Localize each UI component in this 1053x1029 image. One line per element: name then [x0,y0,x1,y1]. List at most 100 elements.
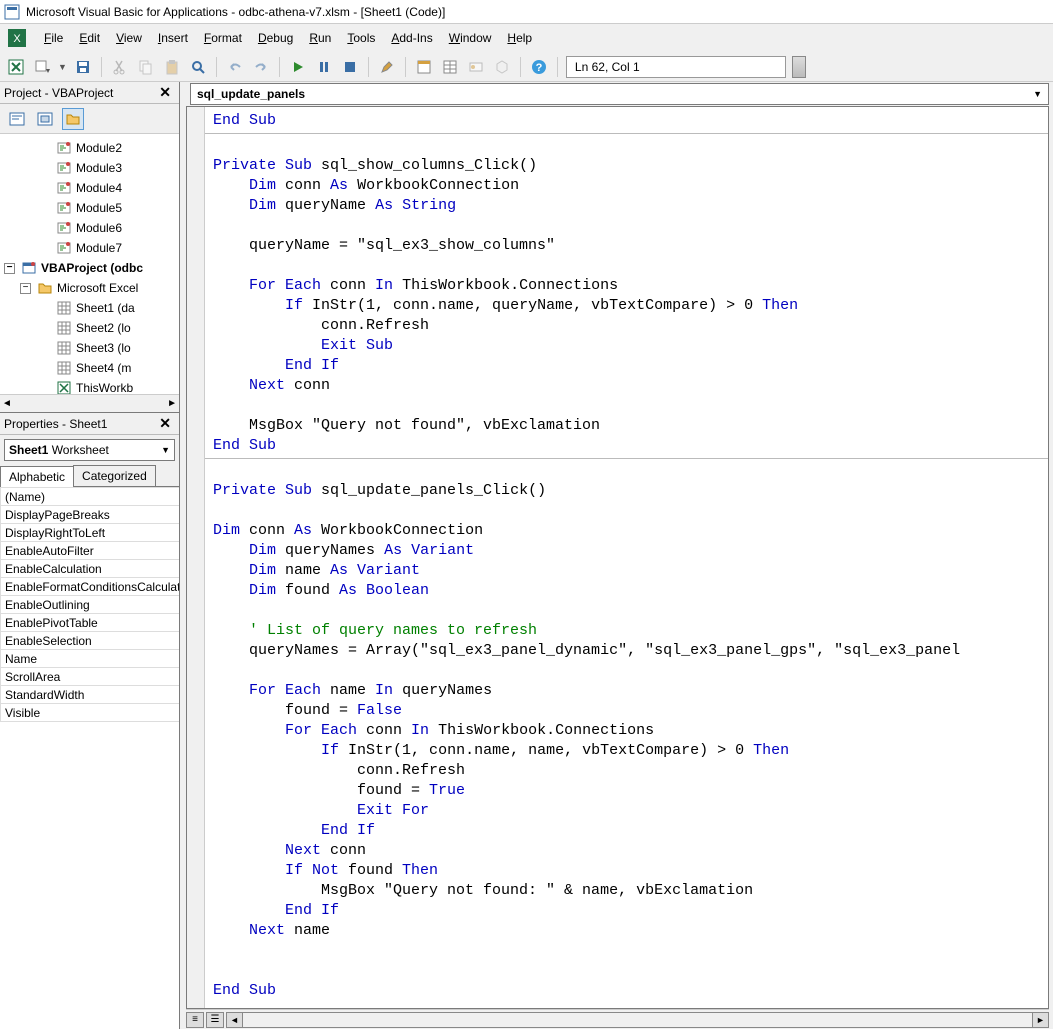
tree-item[interactable]: Module6 [0,218,179,238]
properties-grid[interactable]: (Name)Sheet1DisplayPageBreaksFalseDispla… [0,487,179,1029]
full-module-view-icon[interactable]: ☰ [206,1012,224,1028]
help-icon[interactable]: ? [529,57,549,77]
find-icon[interactable] [188,57,208,77]
status-scroll[interactable] [792,56,806,78]
tab-alphabetic[interactable]: Alphabetic [0,466,74,487]
menubar: X FileEditViewInsertFormatDebugRunToolsA… [0,24,1053,52]
cursor-position: Ln 62, Col 1 [566,56,786,78]
tree-horizontal-scroll[interactable]: ◄► [0,394,179,412]
sheet-icon [56,340,72,356]
tree-label: Module7 [76,241,122,255]
property-row[interactable]: EnableFormatConditionsCalculationTrue [1,578,180,596]
project-explorer-icon[interactable] [414,57,434,77]
sidebar: Project - VBAProject ✕ Module2Module3Mod… [0,82,180,1029]
tree-item[interactable]: Module3 [0,158,179,178]
menu-file[interactable]: File [36,27,71,49]
sheet-icon [56,320,72,336]
reset-icon[interactable] [340,57,360,77]
break-icon[interactable] [314,57,334,77]
toggle-folders-icon[interactable] [62,108,84,130]
view-object-icon[interactable] [34,108,56,130]
properties-object-combo[interactable]: Sheet1 Worksheet ▼ [4,439,175,461]
design-mode-icon[interactable] [377,57,397,77]
window-title: Microsoft Visual Basic for Applications … [26,5,445,19]
properties-tabs: Alphabetic Categorized [0,465,179,487]
proj-icon [21,260,37,276]
tree-item[interactable]: Sheet2 (lo [0,318,179,338]
tree-label: VBAProject (odbc [41,261,143,275]
wb-icon [56,380,72,394]
property-row[interactable]: EnableSelection0 - xlNoRestrictions [1,632,180,650]
menu-format[interactable]: Format [196,27,250,49]
property-row[interactable]: (Name)Sheet1 [1,488,180,506]
property-row[interactable]: EnableAutoFilterFalse [1,542,180,560]
copy-icon[interactable] [136,57,156,77]
margin-indicator-bar[interactable] [187,107,205,1008]
property-row[interactable]: Visible-1 - xlSheetVisible [1,704,180,722]
tree-item[interactable]: Module7 [0,238,179,258]
tree-label: Sheet2 (lo [76,321,131,335]
undo-icon[interactable] [225,57,245,77]
view-excel-icon[interactable] [6,57,26,77]
insert-dropdown-icon[interactable] [32,57,52,77]
tree-item[interactable]: −VBAProject (odbc [0,258,179,278]
property-row[interactable]: Namedashboard [1,650,180,668]
code-area[interactable]: End Sub Private Sub sql_show_columns_Cli… [186,106,1049,1009]
titlebar: Microsoft Visual Basic for Applications … [0,0,1053,24]
procedure-view-icon[interactable]: ≡ [186,1012,204,1028]
paste-icon[interactable] [162,57,182,77]
toolbox-icon[interactable] [492,57,512,77]
menu-insert[interactable]: Insert [150,27,196,49]
tree-item[interactable]: Sheet3 (lo [0,338,179,358]
tab-categorized[interactable]: Categorized [73,465,156,486]
tree-item[interactable]: Sheet1 (da [0,298,179,318]
vba-app-icon [4,4,20,20]
tree-item[interactable]: Module2 [0,138,179,158]
mod-icon [56,160,72,176]
menu-tools[interactable]: Tools [339,27,383,49]
procedure-combo[interactable]: sql_update_panels ▼ [190,83,1049,105]
property-row[interactable]: DisplayRightToLeftFalse [1,524,180,542]
horizontal-scrollbar[interactable]: ◄► [226,1012,1049,1028]
property-row[interactable]: DisplayPageBreaksFalse [1,506,180,524]
properties-panel: Properties - Sheet1 ✕ Sheet1 Worksheet ▼… [0,412,179,1029]
property-row[interactable]: EnablePivotTableFalse [1,614,180,632]
tree-item[interactable]: Module4 [0,178,179,198]
properties-panel-header: Properties - Sheet1 ✕ [0,413,179,435]
project-tree[interactable]: Module2Module3 Module4 Module5 Module6 Modul… [0,134,179,394]
menu-debug[interactable]: Debug [250,27,301,49]
properties-window-icon[interactable] [440,57,460,77]
mod-icon [56,140,72,156]
menu-edit[interactable]: Edit [71,27,108,49]
property-row[interactable]: StandardWidth8,11 [1,686,180,704]
mod-icon [56,200,72,216]
tree-item[interactable]: −Microsoft Excel [0,278,179,298]
tree-item[interactable]: Sheet4 (m [0,358,179,378]
property-row[interactable]: ScrollArea [1,668,180,686]
close-icon[interactable]: ✕ [155,415,175,432]
property-row[interactable]: EnableCalculationTrue [1,560,180,578]
property-row[interactable]: EnableOutliningFalse [1,596,180,614]
menu-add-ins[interactable]: Add-Ins [383,27,440,49]
redo-icon[interactable] [251,57,271,77]
menu-help[interactable]: Help [499,27,540,49]
tree-label: Microsoft Excel [57,281,138,295]
tree-item[interactable]: Module5 [0,198,179,218]
object-browser-icon[interactable] [466,57,486,77]
tree-item[interactable]: ThisWorkb [0,378,179,394]
run-icon[interactable] [288,57,308,77]
menu-window[interactable]: Window [441,27,500,49]
cut-icon[interactable] [110,57,130,77]
sheet-icon [56,300,72,316]
excel-icon: X [8,29,26,47]
save-icon[interactable] [73,57,93,77]
close-icon[interactable]: ✕ [155,84,175,101]
view-code-icon[interactable] [6,108,28,130]
menu-run[interactable]: Run [301,27,339,49]
tree-label: Module4 [76,181,122,195]
menu-view[interactable]: View [108,27,150,49]
tree-label: Sheet4 (m [76,361,131,375]
folder-icon [37,280,53,296]
tree-label: Module6 [76,221,122,235]
project-panel-header: Project - VBAProject ✕ [0,82,179,104]
